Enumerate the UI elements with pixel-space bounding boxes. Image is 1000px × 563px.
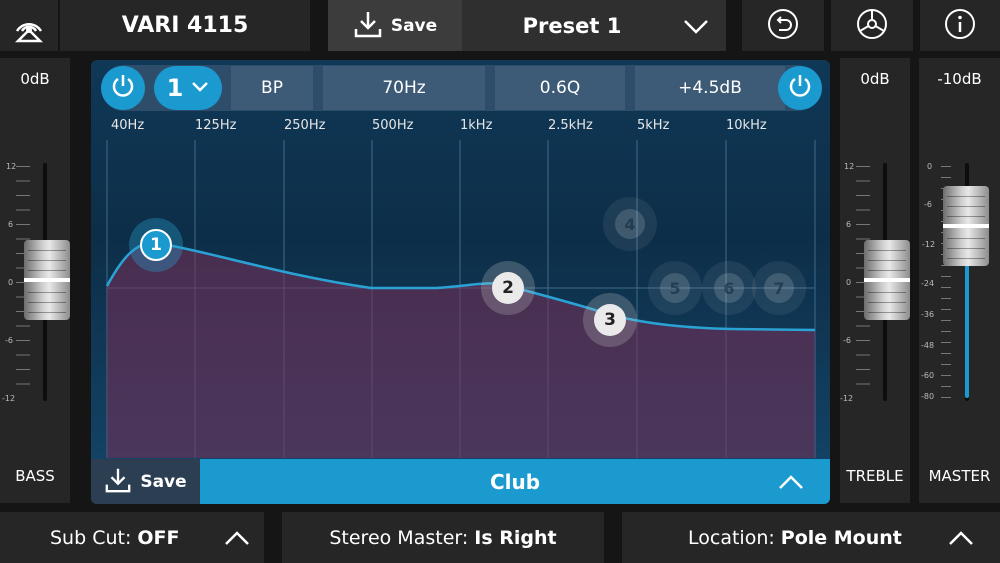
eq-node-6[interactable]: 6 [702, 261, 756, 315]
eq-save-button[interactable]: Save [91, 459, 200, 504]
chevron-up-icon [224, 529, 250, 551]
info-button[interactable] [920, 0, 1000, 51]
eq-node-label: 4 [615, 209, 645, 239]
master-tick: -80 [921, 392, 935, 401]
preset-header: Save Preset 1 [328, 0, 726, 51]
chevron-up-icon [778, 473, 804, 495]
eq-save-label: Save [140, 471, 187, 492]
eq-graph[interactable] [91, 60, 830, 460]
bass-tick: 0 [8, 278, 14, 287]
treble-slider-knob[interactable] [864, 240, 910, 320]
master-tick: -60 [921, 371, 935, 380]
master-slider-knob[interactable] [943, 186, 989, 266]
device-name: VARI 4115 [121, 13, 249, 38]
download-icon [104, 466, 132, 498]
eq-node-label: 7 [764, 273, 794, 303]
eq-node-1[interactable]: 1 [129, 218, 183, 272]
device-name-box: VARI 4115 [60, 0, 310, 51]
info-icon [944, 8, 976, 44]
treble-tick: 0 [846, 278, 852, 287]
bass-tick: 6 [8, 220, 14, 229]
chevron-up-icon [948, 529, 974, 551]
treble-tick: -12 [840, 394, 854, 403]
undo-button[interactable] [742, 0, 824, 51]
bass-tick: 12 [6, 162, 17, 171]
stereo-master-selector[interactable]: Stereo Master: Is Right [282, 512, 604, 563]
bass-tick: -12 [2, 394, 16, 403]
wireless-icon [12, 9, 46, 43]
eq-node-2[interactable]: 2 [481, 261, 535, 315]
eq-preset-name: Club [489, 469, 541, 494]
treble-tick: 12 [844, 162, 855, 171]
stereo-master-value: Is Right [474, 526, 557, 549]
undo-icon [767, 8, 799, 44]
eq-node-3[interactable]: 3 [583, 293, 637, 347]
master-tick: -24 [921, 279, 935, 288]
treble-label: TREBLE [846, 467, 904, 485]
wheel-icon [855, 7, 889, 45]
eq-node-4[interactable]: 4 [603, 197, 657, 251]
bass-level: 0dB [20, 70, 50, 88]
wireless-connection-button[interactable] [0, 0, 58, 51]
eq-node-label: 2 [492, 272, 524, 304]
eq-node-label: 6 [714, 273, 744, 303]
eq-node-7[interactable]: 7 [752, 261, 806, 315]
master-label: MASTER [928, 467, 991, 485]
sub-cut-value: OFF [137, 526, 180, 549]
location-label: Location: [688, 526, 775, 549]
settings-button[interactable] [831, 0, 913, 51]
eq-node-label: 5 [660, 273, 690, 303]
master-tick: 0 [927, 162, 933, 171]
sub-cut-selector[interactable]: Sub Cut: OFF [0, 512, 264, 563]
download-icon [353, 9, 383, 43]
location-selector[interactable]: Location: Pole Mount [622, 512, 1000, 563]
master-tick: -48 [921, 341, 935, 350]
master-tick: -12 [922, 240, 936, 249]
preset-name-box[interactable]: Preset 1 [462, 0, 682, 51]
preset-name: Preset 1 [522, 13, 622, 38]
master-level-fill [965, 258, 969, 398]
treble-tick: -6 [843, 336, 851, 345]
bass-panel: 0dB 12 6 0 -6 -12 BASS [0, 58, 70, 503]
location-value: Pole Mount [780, 526, 902, 549]
master-panel: -10dB 0 -6 -12 -24 -36 -48 -60 -80 MASTE… [919, 58, 1000, 503]
eq-preset-selector[interactable]: Club [200, 459, 830, 504]
eq-node-label: 3 [594, 304, 626, 336]
eq-node-label: 1 [140, 229, 172, 261]
master-tick: -36 [921, 310, 935, 319]
bass-slider-knob[interactable] [24, 240, 70, 320]
eq-node-5[interactable]: 5 [648, 261, 702, 315]
master-level: -10dB [937, 70, 982, 88]
bass-label: BASS [15, 467, 55, 485]
sub-cut-label: Sub Cut: [50, 526, 132, 549]
treble-tick: 6 [846, 220, 852, 229]
header-save-label: Save [390, 15, 438, 36]
bass-tick: -6 [5, 336, 13, 345]
header-save-button[interactable]: Save [328, 0, 462, 51]
treble-panel: 0dB 12 6 0 -6 -12 TREBLE [840, 58, 910, 503]
stereo-master-label: Stereo Master: [329, 526, 469, 549]
master-tick: -6 [924, 200, 932, 209]
treble-level: 0dB [860, 70, 890, 88]
chevron-down-icon[interactable] [682, 14, 710, 38]
